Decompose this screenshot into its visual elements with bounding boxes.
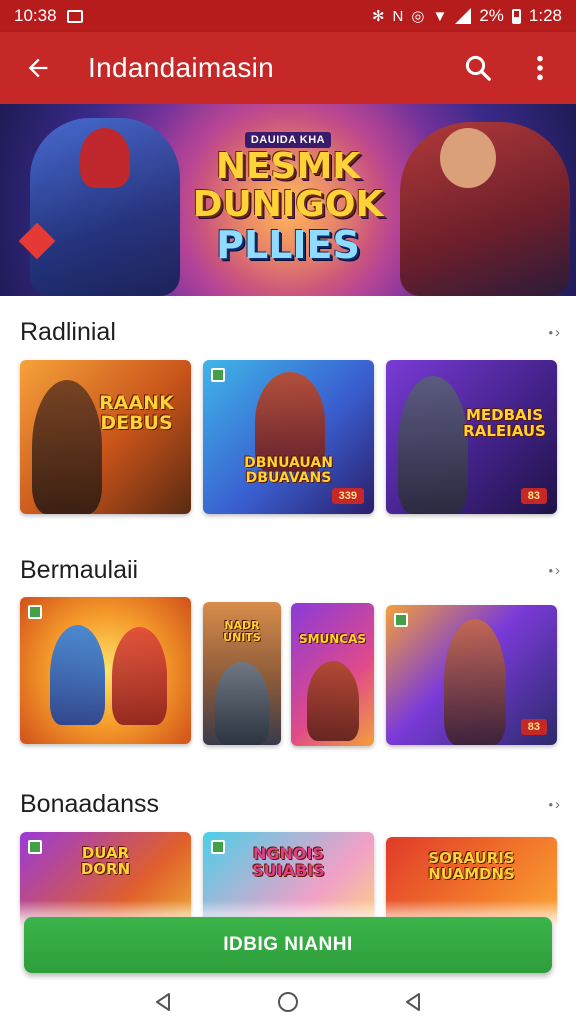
wifi-icon: ▼: [432, 7, 448, 25]
hero-logo-line3: PLLIES: [216, 223, 360, 267]
card-title: SMUNCAS: [298, 632, 367, 646]
arrow-left-icon: [28, 58, 48, 78]
sync-icon: ◎: [411, 7, 425, 25]
card-title: DUAR DORN: [80, 844, 131, 878]
price-badge: 83: [520, 488, 547, 504]
triangle-back-icon: [406, 993, 421, 1011]
game-tag-icon: [28, 605, 42, 619]
character-art: [112, 627, 167, 725]
see-more-link[interactable]: • ›: [548, 796, 560, 813]
card-title: RAANK DEBUS: [99, 392, 174, 434]
game-card[interactable]: MEDBAIS RALEIAUS 83: [386, 360, 557, 514]
status-time: 10:38: [14, 6, 57, 25]
see-more-link[interactable]: • ›: [548, 324, 560, 341]
chevron-right-icon: ›: [555, 561, 560, 579]
game-card[interactable]: RAANK DEBUS: [20, 360, 191, 514]
game-tag-icon: [211, 368, 225, 382]
search-icon: [465, 55, 491, 81]
price-badge: 83: [520, 719, 547, 735]
game-tag-icon: [394, 613, 408, 627]
character-art: [398, 376, 468, 514]
game-card[interactable]: [20, 597, 191, 744]
mail-icon: [66, 9, 83, 23]
more-options-button[interactable]: [522, 50, 558, 86]
chevron-right-icon: ›: [555, 795, 560, 813]
nav-home-button[interactable]: [268, 982, 308, 1022]
section-title: Radlinial: [20, 317, 116, 346]
see-more-link[interactable]: • ›: [548, 562, 560, 579]
status-bar: 10:38 ✻ N ◎ ▼ 2% 1:28: [0, 0, 576, 32]
section-header-1: Radlinial • ›: [20, 316, 560, 348]
page-title: Indandaimasin: [88, 52, 275, 83]
primary-action-button[interactable]: IDBIG NIANHI: [24, 917, 552, 973]
chevron-right-icon: ›: [555, 323, 560, 341]
character-art: [307, 661, 359, 741]
search-button[interactable]: [460, 50, 496, 86]
status-clock: 1:28: [528, 6, 562, 25]
battery-icon: [511, 8, 521, 24]
hero-logo-line1: NESMK: [215, 146, 361, 187]
nav-back-button[interactable]: [143, 982, 183, 1022]
character-art: [444, 619, 506, 745]
bluetooth-icon: ✻: [371, 7, 385, 25]
signal-icon: [455, 8, 472, 24]
character-art: [50, 625, 105, 725]
card-title: MEDBAIS RALEIAUS: [463, 406, 546, 440]
section-header-2: Bermaulaii • ›: [20, 554, 560, 586]
price-badge: 339: [331, 488, 364, 504]
hero-logo: DAUIDA KHA NESMK DUNIGOK PLLIES: [188, 130, 388, 266]
card-title: NADR UNITS: [223, 619, 261, 644]
hero-banner[interactable]: DAUIDA KHA NESMK DUNIGOK PLLIES: [0, 104, 576, 296]
game-card[interactable]: NADR UNITS: [203, 602, 281, 745]
character-art: [215, 662, 269, 745]
game-card[interactable]: SMUNCAS: [291, 603, 374, 746]
card-title: DBNUAUAN DBUAVANS: [244, 455, 333, 486]
back-button[interactable]: [18, 48, 58, 88]
card-title: NGNOIS SUIABIS: [252, 844, 325, 880]
more-vert-icon: [537, 55, 543, 81]
system-nav-bar: [0, 980, 576, 1024]
circle-home-icon: [277, 992, 298, 1012]
hero-character-left: [30, 118, 180, 296]
section-title: Bonaadanss: [20, 789, 160, 818]
nav-recents-button[interactable]: [393, 982, 433, 1022]
section-header-3: Bonaadanss • ›: [20, 788, 560, 820]
triangle-back-icon: [155, 993, 170, 1011]
hero-character-right: [400, 122, 570, 296]
battery-percent: 2%: [479, 6, 504, 25]
section-title: Bermaulaii: [20, 555, 139, 584]
game-card[interactable]: DBNUAUAN DBUAVANS 339: [203, 360, 374, 514]
hero-logo-line2: DUNIGOK: [192, 184, 384, 225]
app-bar: Indandaimasin: [0, 32, 576, 104]
card-title: SORAURIS NUAMDNS: [428, 849, 515, 883]
nfc-icon: N: [392, 7, 404, 25]
game-card[interactable]: 83: [386, 605, 557, 745]
